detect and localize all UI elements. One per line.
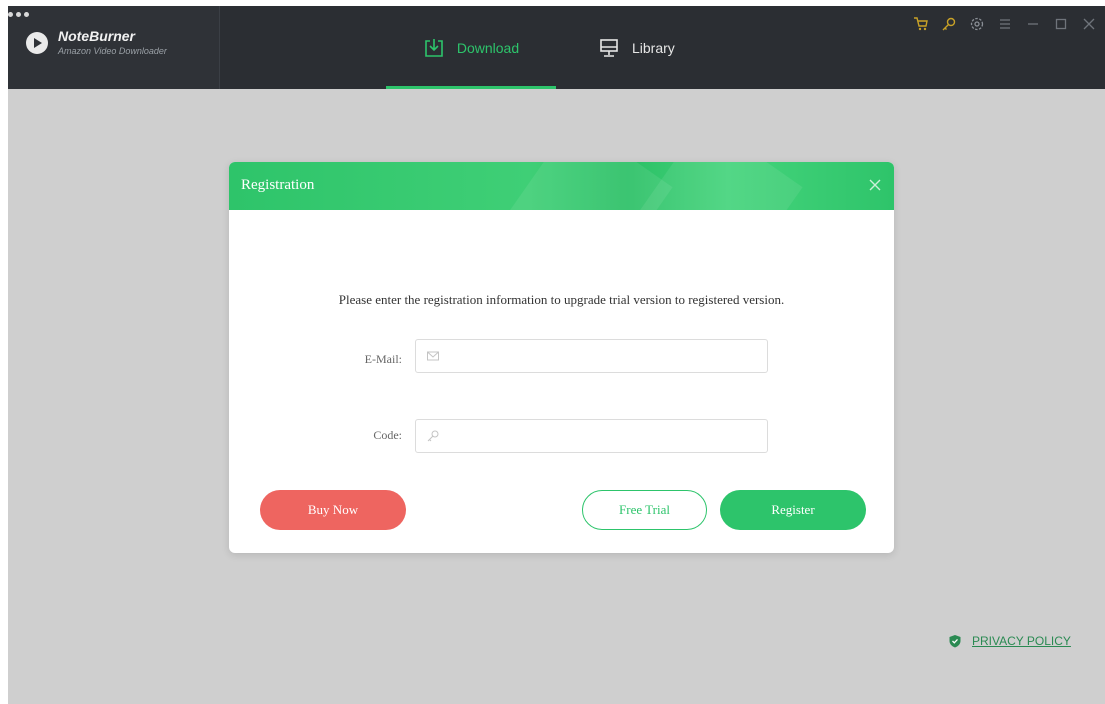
brand-area: NoteBurner Amazon Video Downloader xyxy=(8,6,220,89)
header-decoration xyxy=(635,162,803,210)
noteburner-logo-icon xyxy=(26,32,48,54)
gear-icon[interactable] xyxy=(969,16,985,32)
app-window: NoteBurner Amazon Video Downloader Downl… xyxy=(8,6,1105,704)
email-field[interactable] xyxy=(415,339,768,373)
dialog-close-icon[interactable] xyxy=(868,178,882,192)
free-trial-button[interactable]: Free Trial xyxy=(582,490,707,530)
dot-icon xyxy=(8,12,13,17)
dot-icon xyxy=(16,12,21,17)
shield-icon xyxy=(949,635,961,648)
registration-instructions: Please enter the registration informatio… xyxy=(338,292,785,307)
key-icon xyxy=(427,430,439,442)
app-name: NoteBurner xyxy=(58,28,136,44)
buy-now-button[interactable]: Buy Now xyxy=(260,490,406,530)
key-icon[interactable] xyxy=(941,16,957,32)
download-icon xyxy=(425,38,443,57)
mail-icon xyxy=(427,351,439,361)
dot-icon xyxy=(24,12,29,17)
cart-icon[interactable] xyxy=(913,16,929,32)
close-icon[interactable] xyxy=(1081,16,1097,32)
tab-download-label: Download xyxy=(456,39,520,56)
menu-icon[interactable] xyxy=(997,16,1013,32)
code-input[interactable] xyxy=(446,428,746,444)
privacy-policy-label: PRIVACY POLICY xyxy=(972,634,1071,648)
app-subtitle: Amazon Video Downloader xyxy=(58,46,167,56)
email-label: E-Mail: xyxy=(364,352,402,366)
window-dots xyxy=(8,12,29,17)
window-controls xyxy=(913,16,1097,32)
active-tab-indicator xyxy=(386,86,556,89)
top-bar: NoteBurner Amazon Video Downloader Downl… xyxy=(8,6,1105,89)
register-button[interactable]: Register xyxy=(720,490,866,530)
privacy-policy-link[interactable]: PRIVACY POLICY xyxy=(948,634,1071,648)
maximize-icon[interactable] xyxy=(1053,16,1069,32)
dialog-title: Registration xyxy=(241,177,315,193)
minimize-icon[interactable] xyxy=(1025,16,1041,32)
dialog-header: Registration xyxy=(229,162,894,210)
code-label: Code: xyxy=(373,428,402,442)
email-input[interactable] xyxy=(446,348,746,364)
tab-download[interactable]: Download xyxy=(386,6,556,89)
tab-library[interactable]: Library xyxy=(598,6,718,89)
tab-library-label: Library xyxy=(632,39,675,56)
registration-dialog: Registration Please enter the registrati… xyxy=(229,162,894,553)
monitor-icon xyxy=(600,38,618,57)
code-field[interactable] xyxy=(415,419,768,453)
